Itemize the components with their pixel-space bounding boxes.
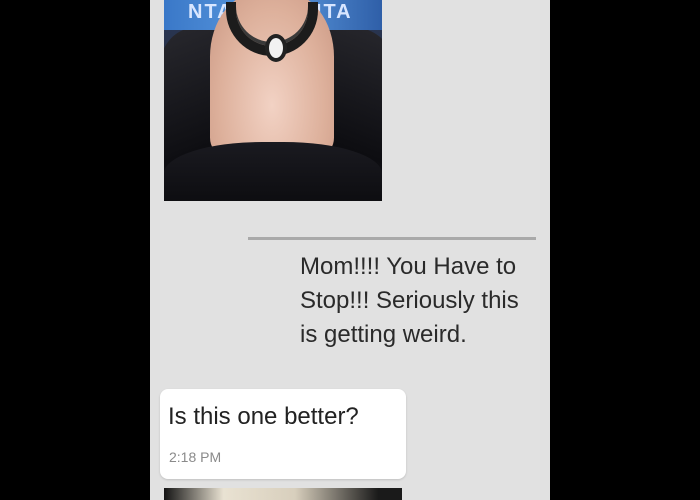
message-image-1[interactable]: NTA NTA <box>164 0 382 201</box>
chat-conversation: NTA NTA Mom!!!! You Have to Stop!!! Seri… <box>150 0 550 500</box>
pendant-shape <box>265 34 287 62</box>
sent-message-divider <box>248 237 536 240</box>
dress-bottom-shape <box>164 142 382 201</box>
message-timestamp: 2:18 PM <box>169 449 222 465</box>
message-image-2[interactable] <box>164 488 402 500</box>
sent-message-text[interactable]: Mom!!!! You Have to Stop!!! Seriously th… <box>300 250 540 352</box>
received-message-bubble[interactable]: Is this one better? 2:18 PM <box>160 389 406 479</box>
received-message-text: Is this one better? <box>168 403 359 430</box>
